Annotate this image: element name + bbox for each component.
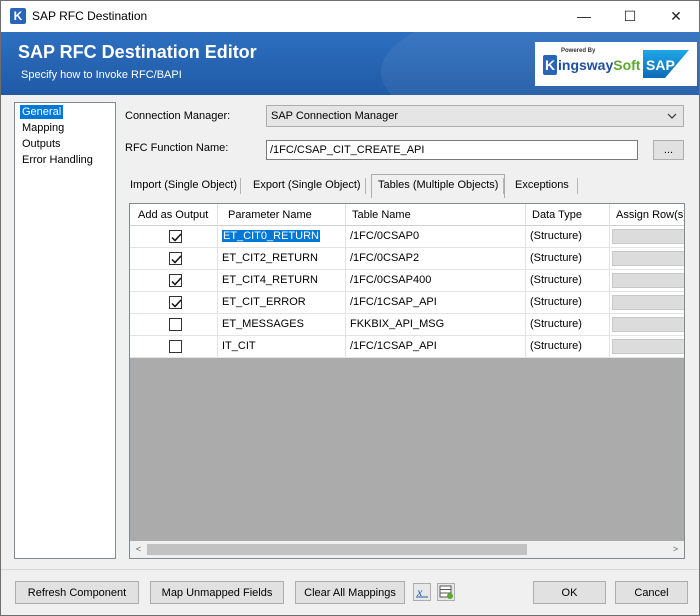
ok-button[interactable]: OK <box>533 581 606 604</box>
tab-export[interactable]: Export (Single Object) <box>247 175 367 197</box>
kingswaysoft-app-icon: K <box>10 8 26 24</box>
add-as-output-checkbox[interactable] <box>169 340 182 353</box>
chevron-down-icon <box>667 113 677 119</box>
tables-grid: Add as Output Parameter Name Table Name … <box>129 203 685 559</box>
table-row[interactable]: ET_CIT0_RETURN /1FC/0CSAP0 (Structure) <box>130 226 684 248</box>
assign-rows-button[interactable] <box>612 339 684 354</box>
scroll-right-icon[interactable]: > <box>667 541 684 558</box>
nav-item-mapping[interactable]: Mapping <box>20 121 66 135</box>
logo-panel: Powered By K ingswaySoft SAP <box>535 42 697 86</box>
logo-wordmark: ingswaySoft <box>558 57 641 73</box>
data-type-cell: (Structure) <box>526 336 610 357</box>
sap-logo-icon: SAP <box>643 50 689 78</box>
column-header-add-as-output[interactable]: Add as Output <box>130 204 218 226</box>
grid-options-button[interactable] <box>437 583 455 601</box>
add-as-output-checkbox[interactable] <box>169 230 182 243</box>
nav-item-outputs[interactable]: Outputs <box>20 137 63 151</box>
scroll-left-icon[interactable]: < <box>130 541 147 558</box>
data-type-cell: (Structure) <box>526 248 610 269</box>
editor-subheading: Specify how to Invoke RFC/BAPI <box>21 69 182 81</box>
cancel-button[interactable]: Cancel <box>615 581 688 604</box>
parameter-name-cell[interactable]: ET_CIT2_RETURN <box>218 248 346 269</box>
horizontal-scrollbar[interactable]: < > <box>130 541 684 558</box>
browse-function-button[interactable]: ... <box>653 140 684 160</box>
editor-heading: SAP RFC Destination Editor <box>18 42 257 62</box>
connection-manager-label: Connection Manager: <box>125 110 231 122</box>
dialog-window: K SAP RFC Destination — ☐ ✕ SAP RFC Dest… <box>0 0 700 616</box>
maximize-button[interactable]: ☐ <box>607 1 653 32</box>
logo-k-icon: K <box>543 55 557 75</box>
minimize-button[interactable]: — <box>561 1 607 32</box>
assign-rows-button[interactable] <box>612 295 684 310</box>
grid-header: Add as Output Parameter Name Table Name … <box>130 204 684 226</box>
table-name-cell: /1FC/0CSAP2 <box>346 248 526 269</box>
checkmark-icon <box>171 233 182 242</box>
page-navigation-list: General Mapping Outputs Error Handling <box>14 102 116 559</box>
map-unmapped-fields-button[interactable]: Map Unmapped Fields <box>150 581 284 604</box>
checkmark-icon <box>171 277 182 286</box>
data-type-cell: (Structure) <box>526 226 610 247</box>
title-bar: K SAP RFC Destination — ☐ ✕ <box>1 1 699 32</box>
svg-text:SAP: SAP <box>646 57 675 73</box>
table-settings-icon <box>439 585 453 599</box>
table-name-cell: /1FC/0CSAP400 <box>346 270 526 291</box>
refresh-component-button[interactable]: Refresh Component <box>15 581 139 604</box>
scrollbar-thumb[interactable] <box>147 544 527 555</box>
nav-item-general[interactable]: General <box>20 105 64 119</box>
tab-exceptions[interactable]: Exceptions <box>509 175 575 197</box>
table-row[interactable]: ET_CIT_ERROR /1FC/1CSAP_API (Structure) <box>130 292 684 314</box>
rfc-function-field[interactable] <box>266 140 638 160</box>
table-name-cell: FKKBIX_API_MSG <box>346 314 526 335</box>
parameter-name-cell[interactable]: ET_CIT4_RETURN <box>218 270 346 291</box>
table-name-cell: /1FC/1CSAP_API <box>346 336 526 357</box>
data-type-cell: (Structure) <box>526 292 610 313</box>
checkmark-icon <box>171 299 182 308</box>
parameter-name-cell[interactable]: ET_CIT0_RETURN <box>218 226 346 247</box>
column-header-table-name[interactable]: Table Name <box>346 204 526 226</box>
assign-rows-button[interactable] <box>612 229 684 244</box>
data-type-cell: (Structure) <box>526 270 610 291</box>
connection-manager-dropdown[interactable]: SAP Connection Manager <box>266 105 684 127</box>
add-as-output-checkbox[interactable] <box>169 296 182 309</box>
assign-rows-button[interactable] <box>612 317 684 332</box>
table-name-cell: /1FC/1CSAP_API <box>346 292 526 313</box>
checkmark-icon <box>171 255 182 264</box>
parameter-name-cell[interactable]: ET_MESSAGES <box>218 314 346 335</box>
tab-tables[interactable]: Tables (Multiple Objects) <box>371 174 506 198</box>
connection-manager-value: SAP Connection Manager <box>271 110 398 122</box>
close-button[interactable]: ✕ <box>653 1 699 32</box>
window-title: SAP RFC Destination <box>32 9 148 23</box>
parameter-name-cell[interactable]: IT_CIT <box>218 336 346 357</box>
table-row[interactable]: IT_CIT /1FC/1CSAP_API (Structure) <box>130 336 684 358</box>
function-x-icon: x <box>416 585 428 599</box>
function-icon-button[interactable]: x <box>413 583 431 601</box>
table-name-cell: /1FC/0CSAP0 <box>346 226 526 247</box>
header-banner: SAP RFC Destination Editor Specify how t… <box>1 32 699 95</box>
table-row[interactable]: ET_MESSAGES FKKBIX_API_MSG (Structure) <box>130 314 684 336</box>
parameter-name-cell[interactable]: ET_CIT_ERROR <box>218 292 346 313</box>
column-header-data-type[interactable]: Data Type <box>526 204 610 226</box>
data-type-cell: (Structure) <box>526 314 610 335</box>
column-header-assign-rows[interactable]: Assign Row(s) <box>610 204 684 226</box>
assign-rows-button[interactable] <box>612 251 684 266</box>
table-row[interactable]: ET_CIT4_RETURN /1FC/0CSAP400 (Structure) <box>130 270 684 292</box>
column-header-parameter-name[interactable]: Parameter Name <box>218 204 346 226</box>
clear-all-mappings-button[interactable]: Clear All Mappings <box>295 581 405 604</box>
assign-rows-button[interactable] <box>612 273 684 288</box>
add-as-output-checkbox[interactable] <box>169 274 182 287</box>
rfc-function-label: RFC Function Name: <box>125 142 229 154</box>
rfc-function-input[interactable] <box>267 141 637 159</box>
nav-item-error-handling[interactable]: Error Handling <box>20 153 95 167</box>
logo-powered-by: Powered By <box>561 48 596 54</box>
table-row[interactable]: ET_CIT2_RETURN /1FC/0CSAP2 (Structure) <box>130 248 684 270</box>
add-as-output-checkbox[interactable] <box>169 318 182 331</box>
tab-import[interactable]: Import (Single Object) <box>124 175 243 197</box>
add-as-output-checkbox[interactable] <box>169 252 182 265</box>
kingswaysoft-logo: Powered By K ingswaySoft <box>543 47 640 81</box>
